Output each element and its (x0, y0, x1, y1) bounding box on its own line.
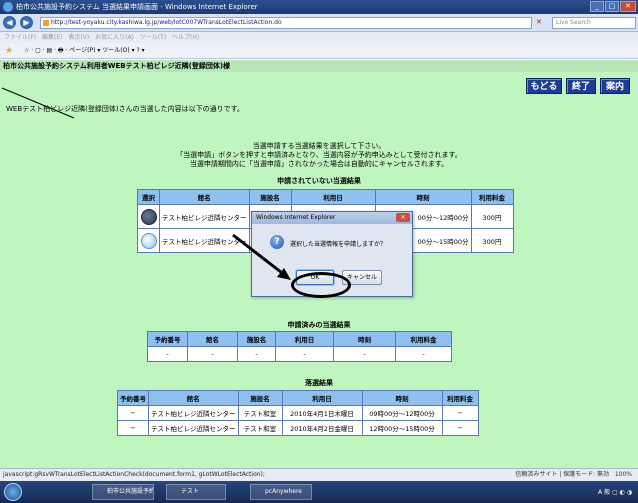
table-header-row: 予約番号 館名 施設名 利用日 時刻 利用料金 (117, 390, 479, 406)
command-toolbar: ★ ☆ · ▢ · ▤ · 🖶 · ページ(P) ▾ ツール(O) ▾ ? ▾ (0, 43, 638, 59)
end-button[interactable]: 終了 (566, 78, 596, 94)
table-row: − テスト柏ビレジ近隣センター テスト和室 2010年4月1日木曜日 09時00… (117, 405, 479, 421)
window-title: 柏市公共施設予約システム 当選結果申請画面 - Windows Internet… (16, 3, 258, 11)
guide-button[interactable]: 案内 (600, 78, 630, 94)
unapplied-title: 申請されていない当選結果 (277, 177, 361, 185)
task-item-pcanywhere[interactable]: pcAnywhere (250, 484, 312, 500)
back-arrow-icon[interactable]: ◀ (3, 16, 16, 29)
applied-table: 予約番号 館名 施設名 利用日 時刻 利用料金 - - - - - - (147, 331, 452, 362)
zoom-level[interactable]: 100% (615, 471, 632, 478)
search-input[interactable]: Live Search (552, 17, 636, 29)
menu-bar[interactable]: ファイル(F) 編集(E) 表示(V) お気に入り(A) ツール(T) ヘルプ(… (0, 32, 638, 43)
dialog-message: 選択した当選情報を申請しますか？ (290, 241, 387, 248)
back-button[interactable]: もどる (526, 78, 562, 94)
start-button[interactable] (4, 483, 22, 501)
maximize-button[interactable]: □ (605, 1, 619, 12)
question-icon: ? (270, 235, 284, 249)
table-header-row: 選択 館名 施設名 利用日 時刻 利用料金 (137, 189, 514, 205)
status-bar: javascript:gRsvWTransLotElectListActionC… (0, 468, 638, 481)
status-text: javascript:gRsvWTransLotElectListActionC… (3, 471, 265, 478)
intro-text: WEBテスト柏ビレジ近隣(登録団体)さんの当選した内容は以下の通りです。 (6, 105, 244, 113)
url-input[interactable]: http://test-yoyaku.city.kashiwa.lg.jp/we… (40, 17, 532, 29)
table-row: − テスト柏ビレジ近隣センター テスト和室 2010年4月2日金曜日 12時00… (117, 420, 479, 436)
ie-logo-icon (3, 2, 13, 12)
system-tray[interactable]: A 般 ▢ ◐ ◑ (598, 487, 632, 496)
page-title: 柏市公共施設予約システム利用者WEBテスト柏ビレジ近隣(登録団体)様 (0, 60, 638, 72)
dialog-close-icon[interactable]: ✕ (396, 213, 410, 222)
security-zone[interactable]: 信頼済みサイト | 保護モード: 無効 (515, 471, 609, 478)
close-button[interactable]: ✕ (620, 1, 636, 12)
minimize-button[interactable]: _ (590, 1, 604, 12)
ok-highlight-circle (291, 272, 351, 298)
toolbar-commands[interactable]: ☆ · ▢ · ▤ · 🖶 · ページ(P) ▾ ツール(O) ▾ ? ▾ (24, 47, 145, 54)
forward-arrow-icon[interactable]: ▶ (20, 16, 33, 29)
window-titlebar: 柏市公共施設予約システム 当選結果申請画面 - Windows Internet… (0, 0, 638, 14)
favorites-star-icon[interactable]: ★ (5, 46, 13, 56)
taskbar: 柏市公共施設予約... テスト pcAnywhere A 般 ▢ ◐ ◑ (0, 481, 638, 503)
notice-text: 当選申請する当選結果を選択して下さい。 「当選申請」ボタンを押すと申請済みとなり… (176, 142, 462, 168)
dialog-title: Windows Internet Explorer ✕ (252, 212, 412, 224)
table-header-row: 予約番号 館名 施設名 利用日 時刻 利用料金 (147, 331, 452, 347)
task-item-ie[interactable]: 柏市公共施設予約... (92, 484, 154, 500)
table-row: - - - - - - (147, 346, 452, 362)
window-controls: _ □ ✕ (590, 1, 636, 12)
lost-table: 予約番号 館名 施設名 利用日 時刻 利用料金 − テスト柏ビレジ近隣センター … (117, 390, 479, 436)
address-bar: ◀ ▶ http://test-yoyaku.city.kashiwa.lg.j… (0, 14, 638, 32)
task-item-test[interactable]: テスト (166, 484, 226, 500)
lost-title: 落選結果 (305, 379, 333, 387)
select-radio[interactable] (140, 232, 157, 249)
refresh-stop-icon[interactable]: ✕ (536, 18, 542, 26)
applied-title: 申請済みの当選結果 (287, 321, 351, 329)
select-radio[interactable] (140, 208, 157, 225)
top-buttons: もどる 終了 案内 (526, 78, 630, 94)
